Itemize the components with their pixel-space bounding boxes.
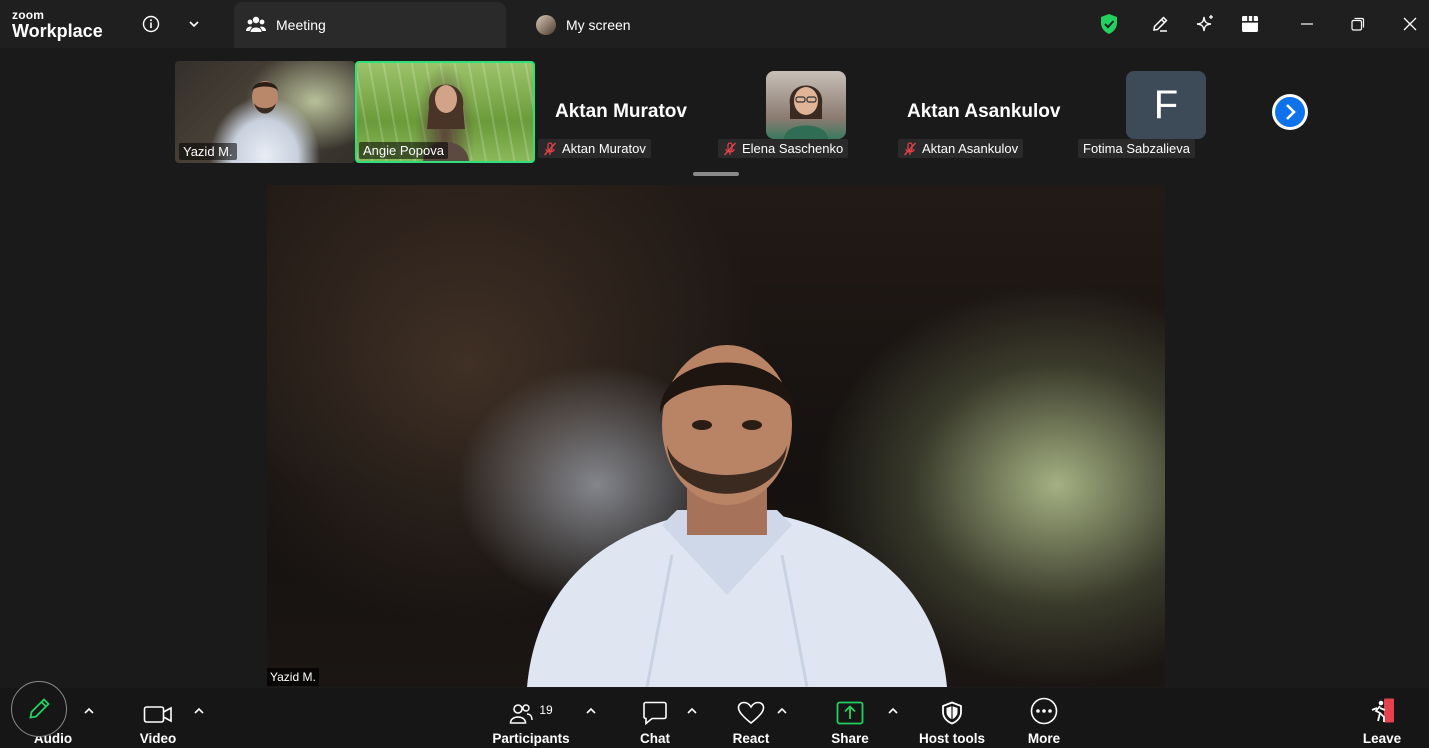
participant-tile-aktan-asankulov-name: Aktan Asankulov xyxy=(907,101,1061,122)
more-label: More xyxy=(1027,731,1061,746)
leave-door-icon xyxy=(1368,698,1396,725)
chat-label: Chat xyxy=(640,731,670,746)
title-bar: zoom Workplace Meeting My screen xyxy=(0,0,1429,48)
restore-icon[interactable] xyxy=(1344,10,1372,38)
participant-name-label: Elena Saschenko xyxy=(742,141,844,156)
participant-name-aktan-asankulov: Aktan Asankulov xyxy=(898,139,1024,158)
grid-icon[interactable] xyxy=(1236,10,1264,38)
leave-label: Leave xyxy=(1362,731,1402,746)
share-options-caret-icon[interactable] xyxy=(886,704,900,718)
host-shield-icon xyxy=(941,699,963,725)
active-speaker-name: Yazid M. xyxy=(267,668,319,686)
participant-video-person xyxy=(784,85,828,139)
participant-name-yazid: Yazid M. xyxy=(179,143,237,160)
video-label: Video xyxy=(139,731,177,746)
participant-tile-aktan-muratov-name: Aktan Muratov xyxy=(555,101,687,122)
avatar-initial: F xyxy=(1153,82,1179,127)
my-screen-avatar xyxy=(536,15,556,35)
participant-name-label: Yazid M. xyxy=(183,144,233,159)
participant-tile-fotima[interactable]: F xyxy=(1126,71,1206,139)
participant-video-face xyxy=(252,81,278,114)
react-options-caret-icon[interactable] xyxy=(775,704,789,718)
zoom-logo: zoom Workplace xyxy=(12,9,103,40)
participants-button[interactable]: 19 Participants xyxy=(490,688,572,748)
mic-off-icon xyxy=(903,141,917,155)
participants-label: Participants xyxy=(492,731,570,746)
chat-button[interactable]: Chat xyxy=(636,688,674,748)
host-tools-label: Host tools xyxy=(919,731,985,746)
video-camera-icon xyxy=(143,699,173,725)
more-button[interactable]: More xyxy=(1024,688,1064,748)
participant-name-label: Angie Popova xyxy=(363,143,444,158)
video-button[interactable]: Video xyxy=(136,688,180,748)
participant-name-label: Aktan Asankulov xyxy=(922,141,1019,156)
gallery-resize-handle[interactable] xyxy=(693,172,739,176)
tab-meeting[interactable]: Meeting xyxy=(234,2,506,48)
next-page-icon[interactable] xyxy=(1272,94,1308,130)
participant-name-label: Aktan Muratov xyxy=(562,141,646,156)
pencil-icon[interactable] xyxy=(1146,10,1174,38)
zoom-window: zoom Workplace Meeting My screen Yazid M… xyxy=(0,0,1429,748)
participants-icon: 19 xyxy=(509,699,553,725)
mic-off-icon xyxy=(723,141,737,155)
sparkle-icon[interactable] xyxy=(1191,10,1219,38)
minimize-icon[interactable] xyxy=(1293,10,1321,38)
participant-name-angie: Angie Popova xyxy=(359,142,448,159)
react-button[interactable]: React xyxy=(729,688,773,748)
close-icon[interactable] xyxy=(1396,10,1424,38)
share-button[interactable]: Share xyxy=(829,688,871,748)
info-icon[interactable] xyxy=(137,10,165,38)
participants-count: 19 xyxy=(539,703,553,717)
speaker-person xyxy=(527,345,947,687)
chevron-down-icon[interactable] xyxy=(180,10,208,38)
participant-name-aktan-muratov: Aktan Muratov xyxy=(538,139,651,158)
participant-name-fotima: Fotima Sabzalieva xyxy=(1078,139,1195,158)
video-options-caret-icon[interactable] xyxy=(192,704,206,718)
participants-options-caret-icon[interactable] xyxy=(584,704,598,718)
logo-line1: zoom xyxy=(12,8,45,22)
share-label: Share xyxy=(831,731,869,746)
mic-off-icon xyxy=(543,141,557,155)
chat-options-caret-icon[interactable] xyxy=(685,704,699,718)
tab-meeting-label: Meeting xyxy=(276,17,326,33)
people-icon xyxy=(246,15,266,36)
chat-icon xyxy=(642,699,668,725)
more-dots-icon xyxy=(1030,697,1058,725)
audio-options-caret-icon[interactable] xyxy=(82,704,96,718)
share-up-icon xyxy=(836,699,864,725)
participant-tile-angie[interactable]: Angie Popova xyxy=(355,61,535,163)
shield-check-icon[interactable] xyxy=(1095,10,1123,38)
react-label: React xyxy=(732,731,770,746)
heart-icon xyxy=(737,699,765,725)
participant-name-elena: Elena Saschenko xyxy=(718,139,849,158)
logo-line2: Workplace xyxy=(12,21,103,41)
participant-tile-elena[interactable] xyxy=(766,71,846,139)
participant-tile-yazid[interactable]: Yazid M. xyxy=(175,61,355,163)
pencil-annotate-icon[interactable] xyxy=(11,681,67,737)
tab-my-screen[interactable]: My screen xyxy=(536,2,786,48)
host-tools-button[interactable]: Host tools xyxy=(916,688,988,748)
tab-my-screen-label: My screen xyxy=(566,17,631,33)
active-speaker-video: Yazid M. xyxy=(267,185,1165,687)
meeting-toolbar: Audio Video 19 Participants Chat React S… xyxy=(0,688,1429,748)
participant-name-label: Fotima Sabzalieva xyxy=(1083,141,1190,156)
leave-button[interactable]: Leave xyxy=(1362,688,1402,748)
